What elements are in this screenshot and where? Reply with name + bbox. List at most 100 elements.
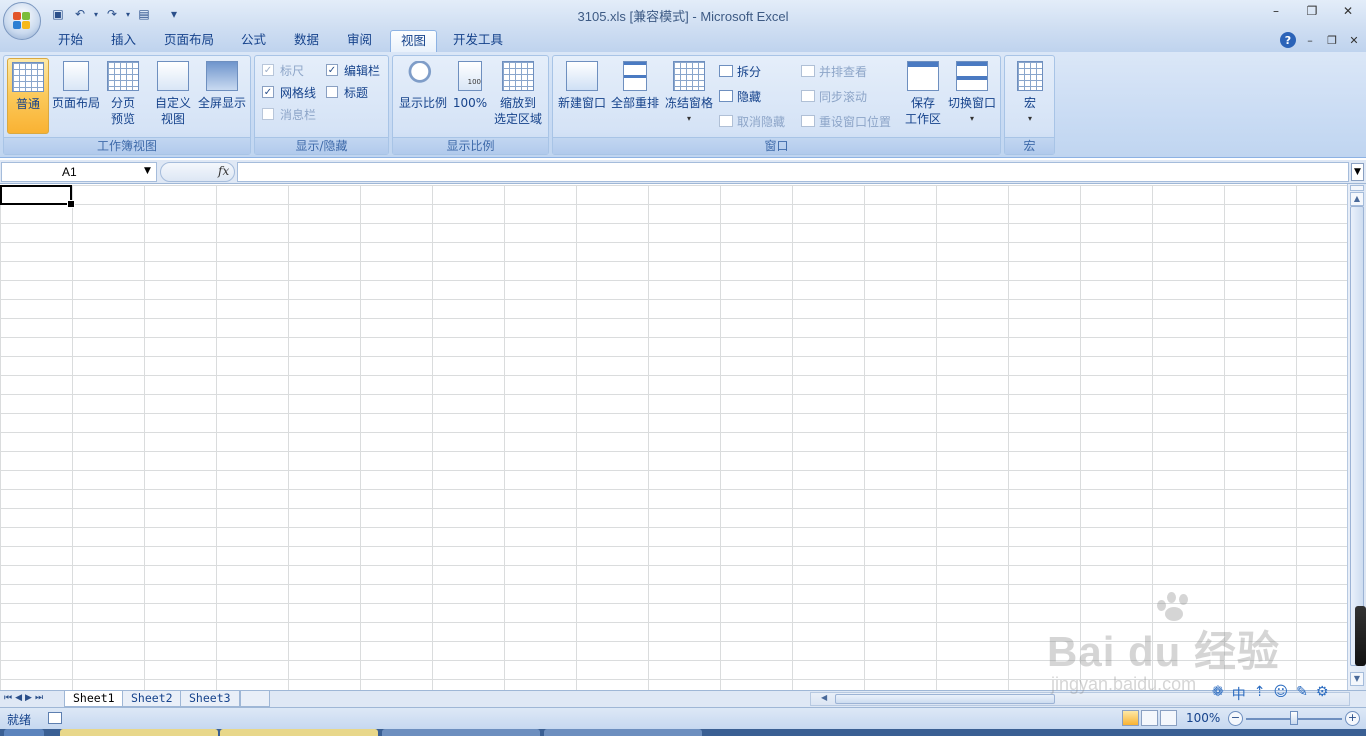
reset-window-position-button[interactable]: 重设窗口位置 (801, 111, 891, 131)
active-cell[interactable] (0, 185, 75, 208)
workbook-close-button[interactable]: ✕ (1346, 32, 1362, 48)
macros-button[interactable]: 宏 ▾ (1011, 58, 1049, 134)
tab-formulas[interactable]: 公式 (231, 30, 276, 52)
zoom-100-button[interactable]: 100 100% (451, 58, 489, 134)
side-by-side-icon (801, 65, 815, 77)
zoom-selection-icon (502, 61, 534, 91)
freeze-panes-button[interactable]: 冻结窗格 ▾ (663, 58, 715, 134)
next-sheet-icon[interactable]: ▶ (25, 693, 32, 703)
taskbar-item-4[interactable] (544, 729, 702, 736)
maximize-button[interactable]: ❐ (1294, 0, 1330, 22)
synchronous-scrolling-button[interactable]: 同步滚动 (801, 86, 867, 106)
window-controls: – ❐ ✕ (1258, 0, 1366, 22)
ime-punctuation-icon[interactable]: ⇡ (1254, 684, 1266, 704)
gear-icon[interactable]: ⚙ (1316, 684, 1329, 704)
tab-insert[interactable]: 插入 (101, 30, 146, 52)
freeze-panes-dropdown-icon: ▾ (686, 114, 691, 123)
expand-formula-bar-icon[interactable]: ▼ (1351, 163, 1364, 181)
zoom-out-button[interactable]: − (1228, 711, 1243, 726)
help-icon[interactable]: ? (1280, 32, 1296, 48)
first-sheet-icon[interactable]: ⏮ (4, 693, 12, 703)
group-show-hide: ✓ 标尺 ✓ 网格线 消息栏 ✓ 编辑栏 标题 显示/隐藏 (254, 55, 389, 155)
name-box-dropdown-icon[interactable]: ▼ (144, 166, 151, 176)
arrange-all-icon (623, 61, 647, 91)
group-zoom: 显示比例 100 100% 缩放到 选定区域 显示比例 (392, 55, 549, 155)
vertical-scroll-thumb[interactable] (1350, 206, 1364, 666)
magnifier-icon (407, 61, 439, 91)
sheet-tab-sheet3[interactable]: Sheet3 (180, 691, 240, 707)
page-break-preview-button[interactable]: 分页 预览 (103, 58, 143, 134)
ime-settings-icon[interactable]: ❁ (1212, 684, 1224, 704)
handwriting-icon[interactable]: ✎ (1296, 684, 1308, 704)
save-workspace-button[interactable]: 保存 工作区 (901, 58, 945, 134)
start-button[interactable] (4, 729, 44, 736)
office-button[interactable] (3, 2, 41, 40)
scroll-up-icon[interactable]: ▲ (1350, 192, 1364, 206)
tab-developer[interactable]: 开发工具 (443, 30, 513, 52)
workbook-minimize-button[interactable]: – (1302, 32, 1318, 48)
sheet-tab-sheet2[interactable]: Sheet2 (122, 691, 182, 707)
name-box[interactable]: A1 (1, 162, 157, 182)
horizontal-scroll-thumb[interactable] (835, 694, 1055, 704)
zoom-button[interactable]: 显示比例 (397, 58, 449, 134)
ruler-checkbox[interactable]: ✓ 标尺 (262, 60, 304, 80)
taskbar-item-3[interactable] (382, 729, 540, 736)
zoom-to-selection-button[interactable]: 缩放到 选定区域 (491, 58, 545, 134)
watermark-url: jingyan.baidu.com (1051, 674, 1197, 694)
scroll-left-icon[interactable]: ◀ (821, 693, 827, 702)
page-layout-shortcut-icon[interactable] (1141, 710, 1158, 726)
zoom-in-button[interactable]: + (1345, 711, 1360, 726)
last-sheet-icon[interactable]: ⏭ (35, 693, 43, 703)
reset-position-icon (801, 115, 815, 127)
minimize-button[interactable]: – (1258, 0, 1294, 22)
normal-view-shortcut-icon[interactable] (1122, 710, 1139, 726)
prev-sheet-icon[interactable]: ◀ (15, 693, 22, 703)
formula-bar-checkbox[interactable]: ✓ 编辑栏 (326, 60, 380, 80)
unhide-icon (719, 115, 733, 127)
taskbar-item-1[interactable] (60, 729, 218, 736)
tab-home[interactable]: 开始 (48, 30, 93, 52)
title-bar: ▣ ↶ ▾ ↷ ▾ ▤ ▾ 3105.xls [兼容模式] - Microsof… (0, 0, 1366, 28)
zoom-level[interactable]: 100% (1186, 711, 1220, 725)
message-bar-checkbox[interactable]: 消息栏 (262, 104, 316, 124)
formula-input[interactable] (237, 162, 1349, 182)
page-layout-view-button[interactable]: 页面布局 (50, 58, 102, 134)
full-screen-button[interactable]: 全屏显示 (196, 58, 248, 134)
sync-scroll-icon (801, 90, 815, 102)
tab-page-layout[interactable]: 页面布局 (154, 30, 224, 52)
ruler-check-icon: ✓ (262, 64, 274, 76)
split-button[interactable]: 拆分 (719, 61, 761, 81)
zoom-slider-thumb[interactable] (1290, 711, 1298, 725)
custom-views-button[interactable]: 自定义 视图 (151, 58, 195, 134)
gridlines-checkbox[interactable]: ✓ 网格线 (262, 82, 316, 102)
unhide-button[interactable]: 取消隐藏 (719, 111, 785, 131)
sheet-tab-sheet1[interactable]: Sheet1 (64, 691, 124, 707)
page-break-shortcut-icon[interactable] (1160, 710, 1177, 726)
view-side-by-side-button[interactable]: 并排查看 (801, 61, 867, 81)
tab-data[interactable]: 数据 (284, 30, 329, 52)
insert-sheet-icon[interactable] (240, 691, 270, 707)
group-macros: 宏 ▾ 宏 (1004, 55, 1055, 155)
emoji-icon[interactable]: ☺ (1273, 684, 1288, 704)
hide-icon (719, 90, 733, 102)
headings-checkbox[interactable]: 标题 (326, 82, 368, 102)
taskbar-item-2[interactable] (220, 729, 378, 736)
ime-chinese-icon[interactable]: 中 (1232, 684, 1246, 704)
split-box-icon[interactable] (1350, 185, 1364, 191)
arrange-all-button[interactable]: 全部重排 (609, 58, 661, 134)
tab-review[interactable]: 审阅 (337, 30, 382, 52)
custom-views-icon (157, 61, 189, 91)
normal-view-button[interactable]: 普通 (7, 58, 49, 134)
switch-windows-button[interactable]: 切换窗口 ▾ (946, 58, 998, 134)
close-button[interactable]: ✕ (1330, 0, 1366, 22)
hide-button[interactable]: 隐藏 (719, 86, 761, 106)
workbook-restore-button[interactable]: ❐ (1324, 32, 1340, 48)
headings-check-icon (326, 86, 338, 98)
macro-record-icon[interactable] (48, 712, 62, 724)
normal-view-icon (12, 62, 44, 92)
new-window-button[interactable]: 新建窗口 (556, 58, 608, 134)
insert-function-icon[interactable]: fx (218, 164, 229, 178)
scroll-down-icon[interactable]: ▼ (1350, 672, 1364, 686)
tab-view[interactable]: 视图 (390, 30, 438, 52)
group-window: 新建窗口 全部重排 冻结窗格 ▾ 拆分 隐藏 取消隐藏 并排查看 同步滚动 重设… (552, 55, 1001, 155)
